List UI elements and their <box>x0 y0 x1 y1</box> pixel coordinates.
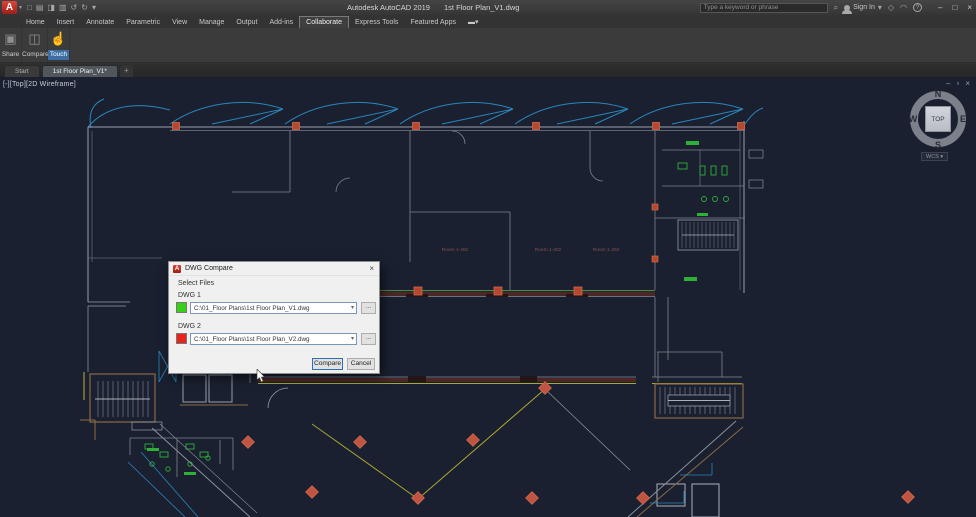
ribbon-panel-area: ▣ Share ◫ Compare ☝ Touch <box>0 28 976 63</box>
touch-icon: ☝ <box>50 31 67 46</box>
dwg1-browse-button[interactable]: ... <box>361 302 376 314</box>
stay-connected-icon[interactable]: ◠ <box>900 2 907 14</box>
room-labels: Room 1-401 Room 1-402 Room 1-403 <box>442 247 620 253</box>
diagonal-walls <box>151 388 744 517</box>
viewcube-east[interactable]: E <box>958 114 968 124</box>
sign-in-button[interactable]: Sign In ▾ <box>842 2 882 14</box>
user-icon <box>842 4 853 14</box>
dwg2-color-swatch <box>176 333 187 344</box>
room-label: Room 1-402 <box>535 247 562 253</box>
viewcube-top-face[interactable]: TOP <box>925 106 951 132</box>
save-file-icon[interactable]: ◨ <box>47 2 55 13</box>
file-tab-bar: Start 1st Floor Plan_V1* + <box>0 63 976 77</box>
close-button[interactable]: × <box>967 3 972 12</box>
touch-panel[interactable]: ☝ Touch <box>48 28 70 62</box>
drawing-canvas[interactable]: Room 1-401 Room 1-402 Room 1-403 [-][Top… <box>0 77 976 517</box>
compare-icon: ◫ <box>28 31 41 46</box>
new-drawing-tab-button[interactable]: + <box>119 65 133 77</box>
select-files-label: Select Files <box>178 280 215 287</box>
autodesk-app-store-icon[interactable]: ◇ <box>888 2 894 14</box>
autocad-logo-icon[interactable]: A <box>2 1 17 14</box>
roof-structure <box>87 98 764 129</box>
stairs-left <box>80 370 289 477</box>
mouse-cursor <box>256 369 266 383</box>
dwg2-browse-button[interactable]: ... <box>361 333 376 345</box>
app-title: Autodesk AutoCAD 2019 <box>347 3 430 12</box>
viewcube-west[interactable]: W <box>908 114 918 124</box>
dwg2-dropdown-icon[interactable]: ▾ <box>351 334 354 344</box>
tab-add-ins[interactable]: Add-ins <box>263 17 299 28</box>
document-window-controls: – ▫ × <box>946 79 970 88</box>
maximize-button[interactable]: □ <box>952 3 957 12</box>
dwg1-color-swatch <box>176 302 187 313</box>
tab-manage[interactable]: Manage <box>193 17 230 28</box>
dwg1-path-combobox[interactable]: C:\01_Floor Plans\1st Floor Plan_V1.dwg … <box>190 302 357 314</box>
viewcube-north[interactable]: N <box>933 89 943 99</box>
plot-icon[interactable]: ▥ <box>59 2 67 13</box>
tab-collaborate[interactable]: Collaborate <box>299 16 349 28</box>
dialog-title-bar[interactable]: A DWG Compare × <box>169 262 379 276</box>
dwg2-path-combobox[interactable]: C:\01_Floor Plans\1st Floor Plan_V2.dwg … <box>190 333 357 345</box>
cancel-button[interactable]: Cancel <box>347 358 375 370</box>
tab-express-tools[interactable]: Express Tools <box>349 17 404 28</box>
dialog-title: DWG Compare <box>185 265 233 272</box>
search-input[interactable] <box>699 2 828 13</box>
dwg1-path: C:\01_Floor Plans\1st Floor Plan_V1.dwg <box>194 305 310 312</box>
dwg2-label: DWG 2 <box>178 323 201 330</box>
cyan-details <box>127 350 713 517</box>
dwg1-label: DWG 1 <box>178 292 201 299</box>
autocad-dialog-icon: A <box>173 265 181 273</box>
right-wing-rooms <box>651 149 764 263</box>
logo-dropdown-icon[interactable]: ▾ <box>19 4 22 11</box>
redo-icon[interactable]: ↻ <box>81 2 88 13</box>
dwg1-dropdown-icon[interactable]: ▾ <box>351 303 354 313</box>
share-icon: ▣ <box>4 31 17 46</box>
floor-plan-drawing: Room 1-401 Room 1-402 Room 1-403 <box>80 98 915 517</box>
room-label: Room 1-401 <box>442 247 469 253</box>
compare-panel-label: Compare <box>22 51 49 58</box>
viewcube-south[interactable]: S <box>933 140 943 150</box>
doc-restore-icon[interactable]: ▫ <box>956 79 959 88</box>
file-tab-active-drawing[interactable]: 1st Floor Plan_V1* <box>41 65 118 77</box>
open-file-icon[interactable]: ▤ <box>36 2 44 13</box>
touch-panel-label: Touch <box>48 50 69 60</box>
viewport-controls[interactable]: [-][Top][2D Wireframe] <box>3 81 76 88</box>
tab-view[interactable]: View <box>166 17 193 28</box>
tab-annotate[interactable]: Annotate <box>80 17 120 28</box>
minimize-button[interactable]: – <box>938 3 942 12</box>
dwg2-path: C:\01_Floor Plans\1st Floor Plan_V2.dwg <box>194 336 310 343</box>
document-title: 1st Floor Plan_V1.dwg <box>443 3 520 12</box>
tab-featured-apps[interactable]: Featured Apps <box>404 17 462 28</box>
wcs-dropdown[interactable]: WCS ▾ <box>921 152 949 161</box>
column-squares <box>172 122 745 130</box>
ribbon-tab-bar: Home Insert Annotate Parametric View Man… <box>0 15 976 28</box>
tab-parametric[interactable]: Parametric <box>120 17 166 28</box>
qat-dropdown-icon[interactable]: ▾ <box>92 2 96 13</box>
quick-access-toolbar: □ ▤ ◨ ▥ ↺ ↻ ▾ <box>27 2 96 13</box>
doc-close-icon[interactable]: × <box>965 79 970 88</box>
new-file-icon[interactable]: □ <box>27 2 32 13</box>
compare-panel[interactable]: ◫ Compare <box>22 28 49 62</box>
share-panel-label: Share <box>1 51 20 58</box>
sign-in-caret-icon: ▾ <box>877 2 882 12</box>
window-title: Autodesk AutoCAD 2019 1st Floor Plan_V1.… <box>347 3 519 12</box>
undo-icon[interactable]: ↺ <box>71 2 78 13</box>
ribbon-display-options-icon[interactable]: ▬▾ <box>462 16 485 28</box>
dwg-compare-dialog: A DWG Compare × Select Files DWG 1 C:\01… <box>168 261 380 374</box>
title-bar: A ▾ □ ▤ ◨ ▥ ↺ ↻ ▾ Autodesk AutoCAD 2019 … <box>0 0 976 15</box>
diamond-columns <box>241 381 915 505</box>
tab-output[interactable]: Output <box>230 17 263 28</box>
help-icon[interactable]: ? <box>913 3 923 12</box>
file-tab-start[interactable]: Start <box>4 65 40 77</box>
tab-insert[interactable]: Insert <box>51 17 81 28</box>
viewcube[interactable]: N S W E TOP WCS ▾ <box>905 89 971 161</box>
sign-in-label: Sign In <box>853 4 875 11</box>
dialog-close-icon[interactable]: × <box>369 264 374 273</box>
share-panel[interactable]: ▣ Share <box>0 28 22 62</box>
doc-minimize-icon[interactable]: – <box>946 79 950 88</box>
compare-button[interactable]: Compare <box>312 358 343 370</box>
search-icon[interactable]: ⌕ <box>834 2 838 14</box>
room-label: Room 1-403 <box>593 247 620 253</box>
tab-home[interactable]: Home <box>20 17 51 28</box>
